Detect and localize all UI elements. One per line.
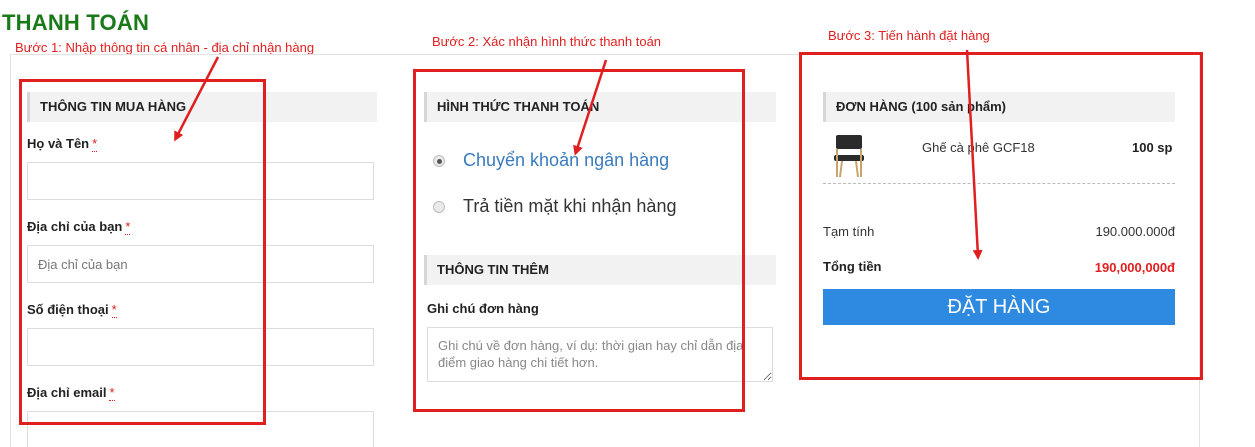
page-title: THANH TOÁN xyxy=(2,10,150,35)
required-mark: * xyxy=(111,302,117,318)
payment-option-label: Chuyển khoản ngân hàng xyxy=(463,150,670,170)
order-summary-header: ĐƠN HÀNG (100 sản phẩm) xyxy=(823,92,1175,122)
required-mark: * xyxy=(92,136,98,152)
full-name-label: Họ và Tên * xyxy=(27,136,98,152)
radio-checked-icon[interactable] xyxy=(433,154,445,167)
order-note-textarea[interactable] xyxy=(427,327,773,382)
subtotal-label: Tạm tính xyxy=(823,224,875,239)
full-name-input[interactable] xyxy=(27,162,374,200)
payment-option-cash-on-delivery[interactable]: Trả tiền mặt khi nhận hàng xyxy=(433,196,676,217)
place-order-button[interactable]: ĐẶT HÀNG xyxy=(823,289,1175,325)
order-note-label: Ghi chú đơn hàng xyxy=(427,301,539,316)
payment-option-bank-transfer[interactable]: Chuyển khoản ngân hàng xyxy=(433,150,669,171)
order-item-name: Ghế cà phê GCF18 xyxy=(922,140,1035,155)
subtotal-value: 190.000.000đ xyxy=(1095,224,1175,239)
address-label: Địa chỉ của bạn * xyxy=(27,219,131,235)
total-label: Tổng tiền xyxy=(823,259,882,274)
radio-unchecked-icon[interactable] xyxy=(433,200,445,213)
order-item-divider xyxy=(823,183,1175,184)
required-mark: * xyxy=(109,385,115,401)
order-item-qty: 100 sp xyxy=(1132,140,1173,155)
phone-input[interactable] xyxy=(27,328,374,366)
step-3-annotation: Bước 3: Tiến hành đặt hàng xyxy=(828,28,990,43)
phone-label: Số điện thoại * xyxy=(27,302,117,318)
payment-method-header: HÌNH THỨC THANH TOÁN xyxy=(424,92,776,122)
chair-icon xyxy=(834,135,864,178)
total-value: 190,000,000đ xyxy=(1094,260,1175,275)
email-input[interactable] xyxy=(27,411,374,447)
email-label: Địa chỉ email * xyxy=(27,385,115,401)
extra-info-header: THÔNG TIN THÊM xyxy=(424,255,776,285)
address-input[interactable] xyxy=(27,245,374,283)
buyer-info-header: THÔNG TIN MUA HÀNG xyxy=(27,92,377,122)
required-mark: * xyxy=(125,219,131,235)
step-1-annotation: Bước 1: Nhập thông tin cá nhân - địa chỉ… xyxy=(15,40,315,55)
step-2-annotation: Bước 2: Xác nhận hình thức thanh toán xyxy=(432,34,662,49)
payment-option-label: Trả tiền mặt khi nhận hàng xyxy=(463,196,677,216)
